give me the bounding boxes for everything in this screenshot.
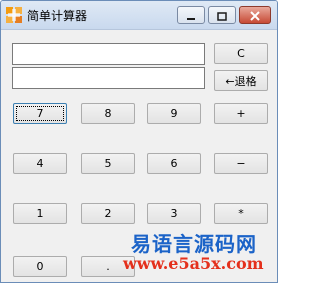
- result-display[interactable]: [12, 67, 205, 89]
- digit-4-button[interactable]: 4: [13, 153, 67, 174]
- watermark-site-name: 易语言源码网: [131, 232, 257, 256]
- site-watermark: 易语言源码网 www.e5a5x.com: [113, 228, 273, 278]
- digit-0-button[interactable]: 0: [13, 256, 67, 277]
- backspace-button[interactable]: ←退格: [214, 70, 268, 91]
- maximize-button[interactable]: [208, 6, 236, 24]
- watermark-site-url: www.e5a5x.com: [123, 254, 264, 273]
- calculator-window: 简单计算器 C ←退格 7 8 9 + 4 5 6 − 1 2 3 * 0 . …: [0, 0, 278, 283]
- minimize-button[interactable]: [177, 6, 205, 24]
- plus-button[interactable]: +: [214, 103, 268, 124]
- title-bar[interactable]: 简单计算器: [1, 1, 277, 30]
- window-title: 简单计算器: [27, 9, 88, 23]
- digit-3-button[interactable]: 3: [147, 203, 201, 224]
- minimize-icon: [186, 6, 196, 25]
- digit-8-button[interactable]: 8: [81, 103, 135, 124]
- digit-5-button[interactable]: 5: [81, 153, 135, 174]
- digit-6-button[interactable]: 6: [147, 153, 201, 174]
- digit-1-button[interactable]: 1: [13, 203, 67, 224]
- maximize-icon: [217, 6, 227, 25]
- calculator-plus-icon: [6, 7, 22, 23]
- close-icon: [250, 6, 260, 25]
- clear-button[interactable]: C: [214, 43, 268, 64]
- digit-2-button[interactable]: 2: [81, 203, 135, 224]
- digit-9-button[interactable]: 9: [147, 103, 201, 124]
- close-button[interactable]: [239, 6, 271, 24]
- minus-button[interactable]: −: [214, 153, 268, 174]
- digit-7-button[interactable]: 7: [13, 103, 67, 124]
- multiply-button[interactable]: *: [214, 203, 268, 224]
- expression-display[interactable]: [12, 43, 205, 65]
